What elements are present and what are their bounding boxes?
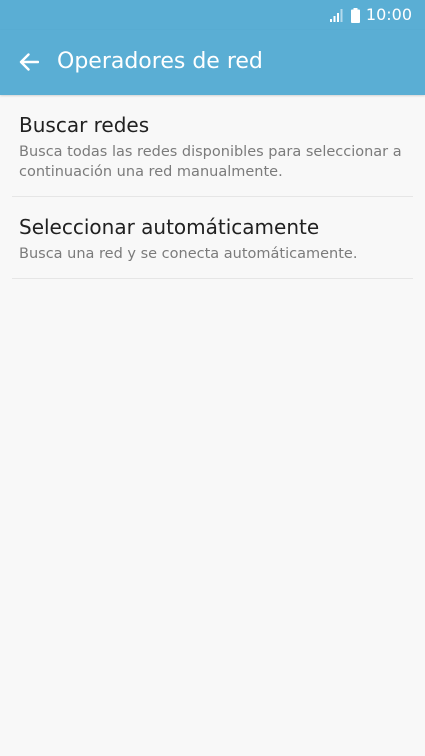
list-item-subtitle: Busca una red y se conecta automáticamen… — [19, 246, 358, 262]
settings-list: Buscar redes Busca todas las redes dispo… — [0, 95, 425, 279]
status-time: 10:00 — [365, 5, 412, 24]
list-item-subtitle: Busca todas las redes disponibles para s… — [19, 144, 402, 180]
app-bar: Operadores de red — [0, 30, 425, 95]
page-title: Operadores de red — [57, 49, 263, 74]
arrow-back-icon — [19, 53, 39, 71]
list-item-buscar-redes[interactable]: Buscar redes Busca todas las redes dispo… — [0, 95, 425, 196]
back-button[interactable] — [12, 45, 46, 79]
battery-icon — [350, 7, 360, 23]
divider — [12, 278, 413, 279]
status-icons: 10:00 — [329, 4, 412, 26]
list-item-seleccionar-automaticamente[interactable]: Seleccionar automáticamente Busca una re… — [0, 197, 425, 278]
phone-screen: 10:00 Operadores de red Buscar redes Bus… — [0, 0, 425, 756]
list-item-title: Buscar redes — [19, 113, 150, 137]
signal-icon — [329, 9, 343, 22]
status-bar: 10:00 — [0, 0, 425, 30]
list-item-title: Seleccionar automáticamente — [19, 215, 320, 239]
